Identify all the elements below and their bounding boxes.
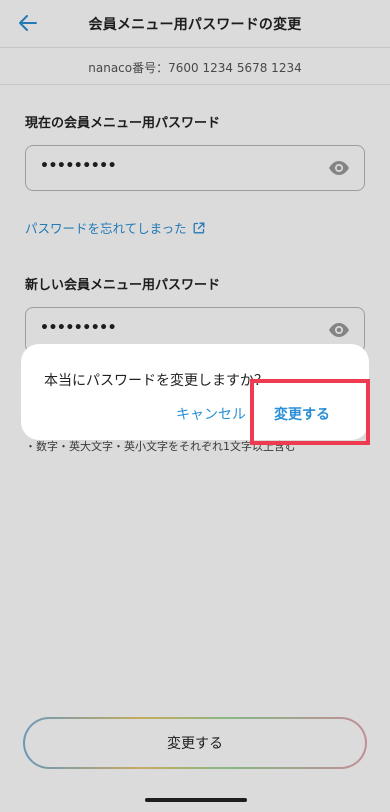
highlight-annotation — [250, 379, 370, 445]
screen: 会員メニュー用パスワードの変更 nanaco番号：7600 1234 5678 … — [0, 0, 390, 812]
dialog-message: 本当にパスワードを変更しますか？ — [44, 373, 268, 389]
dialog-cancel-button[interactable]: キャンセル — [176, 404, 246, 424]
